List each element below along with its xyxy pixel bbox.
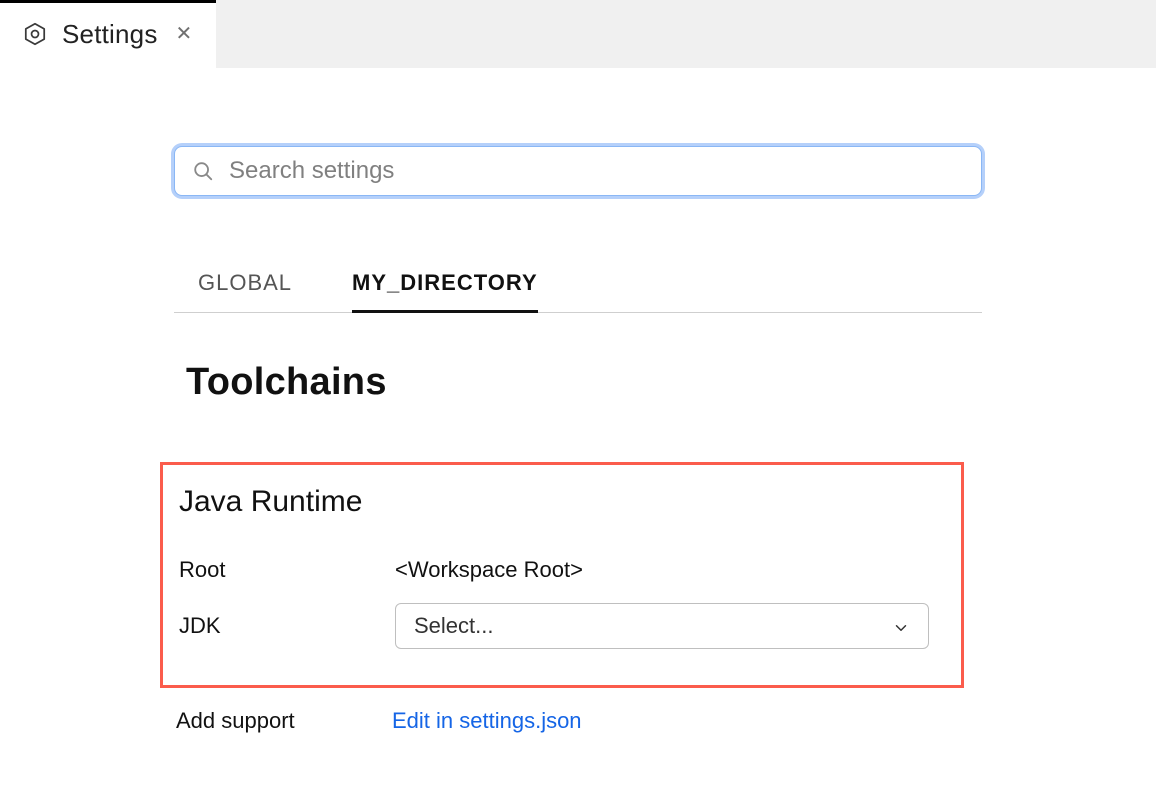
row-jdk: JDK Select... [179,593,945,659]
jdk-select[interactable]: Select... [395,603,929,649]
tab-settings[interactable]: Settings ✕ [0,0,216,68]
root-value: <Workspace Root> [395,557,583,583]
java-runtime-group: Java Runtime Root <Workspace Root> JDK S… [160,462,964,688]
scope-tabs: GLOBAL MY_DIRECTORY [174,264,982,313]
row-root: Root <Workspace Root> [179,547,945,593]
add-support-label: Add support [176,708,392,734]
edit-settings-link[interactable]: Edit in settings.json [392,708,582,734]
jdk-select-value: Select... [414,613,493,639]
chevron-down-icon [892,617,910,635]
close-icon[interactable]: ✕ [172,20,197,48]
editor-tabbar: Settings ✕ [0,0,1156,68]
root-label: Root [179,557,395,583]
search-wrap [174,146,982,196]
row-add-support: Add support Edit in settings.json [174,708,982,734]
settings-icon [22,21,48,47]
settings-pane: GLOBAL MY_DIRECTORY Toolchains Java Runt… [0,146,1156,734]
search-icon [192,160,214,182]
section-title: Toolchains [174,361,982,404]
search-input[interactable] [174,146,982,196]
scope-tab-my-directory[interactable]: MY_DIRECTORY [352,264,538,312]
scope-tab-global[interactable]: GLOBAL [198,264,292,312]
group-title: Java Runtime [179,485,945,519]
jdk-label: JDK [179,613,395,639]
tab-title: Settings [62,19,158,50]
